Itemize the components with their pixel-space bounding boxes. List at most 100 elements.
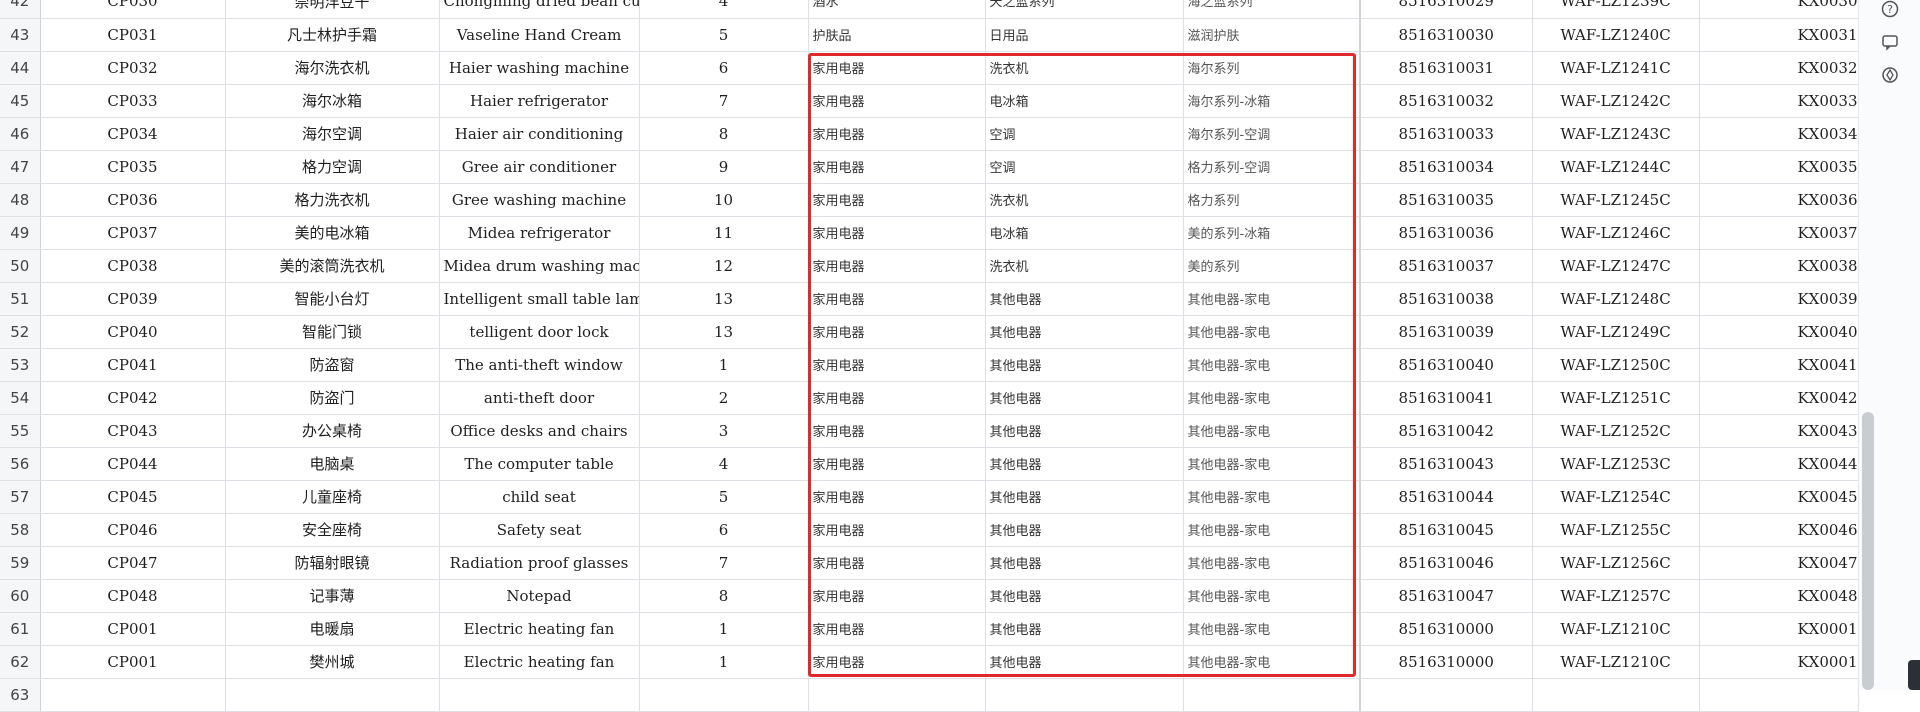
cell-cat1[interactable]: 家用电器 (808, 282, 986, 316)
cell-en[interactable]: child seat (439, 480, 640, 514)
cell-cat1[interactable]: 家用电器 (808, 513, 986, 547)
cell-cat2[interactable]: 电冰箱 (985, 216, 1184, 250)
cell-cat2[interactable]: 其他电器 (985, 315, 1184, 349)
cell-cat1[interactable]: 家用电器 (808, 381, 986, 415)
cell-waf[interactable]: WAF-LZ1240C (1532, 18, 1700, 52)
cell-kx[interactable]: KX0042 (1699, 381, 1859, 415)
cell-cat3[interactable]: 其他电器-家电 (1183, 282, 1361, 316)
cell-qty[interactable]: 1 (639, 645, 809, 679)
cell-cat1[interactable]: 家用电器 (808, 447, 986, 481)
cell-cat2[interactable]: 空调 (985, 150, 1184, 184)
cell-code[interactable]: CP038 (40, 249, 226, 283)
cell-cat3[interactable]: 其他电器-家电 (1183, 612, 1361, 646)
cell-barcode[interactable] (1359, 678, 1533, 712)
cell-code[interactable]: CP036 (40, 183, 226, 217)
cell-name[interactable]: 格力洗衣机 (225, 183, 440, 217)
row-header[interactable]: 55 (0, 414, 41, 448)
cell-cat1[interactable]: 护肤品 (808, 18, 986, 52)
cell-cat3[interactable]: 滋润护肤 (1183, 18, 1361, 52)
row-header[interactable]: 49 (0, 216, 41, 250)
cell-waf[interactable]: WAF-LZ1246C (1532, 216, 1700, 250)
cell-en[interactable]: Intelligent small table lamp (439, 282, 640, 316)
cell-en[interactable]: Haier refrigerator (439, 84, 640, 118)
cell-cat1[interactable]: 家用电器 (808, 249, 986, 283)
cell-barcode[interactable]: 8516310035 (1359, 183, 1533, 217)
cell-qty[interactable]: 1 (639, 348, 809, 382)
cell-name[interactable]: 崇明洋豆干 (225, 0, 440, 19)
cell-waf[interactable]: WAF-LZ1241C (1532, 51, 1700, 85)
chat-icon[interactable] (1881, 33, 1899, 51)
cell-qty[interactable]: 12 (639, 249, 809, 283)
cell-cat1[interactable]: 酒水 (808, 0, 986, 19)
cell-cat3[interactable]: 其他电器-家电 (1183, 546, 1361, 580)
cell-cat3[interactable]: 其他电器-家电 (1183, 315, 1361, 349)
cell-en[interactable]: Electric heating fan (439, 612, 640, 646)
cell-cat3[interactable]: 海之蓝系列 (1183, 0, 1361, 19)
cell-name[interactable]: 防盗门 (225, 381, 440, 415)
cell-cat2[interactable]: 其他电器 (985, 414, 1184, 448)
cell-waf[interactable]: WAF-LZ1253C (1532, 447, 1700, 481)
cell-qty[interactable]: 13 (639, 282, 809, 316)
cell-cat1[interactable]: 家用电器 (808, 612, 986, 646)
location-icon[interactable] (1881, 66, 1899, 84)
cell-barcode[interactable]: 8516310044 (1359, 480, 1533, 514)
cell-cat1[interactable]: 家用电器 (808, 348, 986, 382)
cell-code[interactable]: CP034 (40, 117, 226, 151)
cell-qty[interactable]: 7 (639, 546, 809, 580)
cell-waf[interactable] (1532, 678, 1700, 712)
cell-cat1[interactable]: 家用电器 (808, 117, 986, 151)
cell-qty[interactable]: 6 (639, 51, 809, 85)
cell-barcode[interactable]: 8516310039 (1359, 315, 1533, 349)
cell-name[interactable]: 格力空调 (225, 150, 440, 184)
cell-kx[interactable]: KX0034 (1699, 117, 1859, 151)
cell-code[interactable]: CP040 (40, 315, 226, 349)
cell-en[interactable]: Gree air conditioner (439, 150, 640, 184)
cell-code[interactable] (40, 678, 226, 712)
cell-cat3[interactable]: 其他电器-家电 (1183, 645, 1361, 679)
cell-cat3[interactable]: 其他电器-家电 (1183, 414, 1361, 448)
cell-cat3[interactable]: 美的系列 (1183, 249, 1361, 283)
cell-barcode[interactable]: 8516310037 (1359, 249, 1533, 283)
cell-waf[interactable]: WAF-LZ1248C (1532, 282, 1700, 316)
cell-barcode[interactable]: 8516310036 (1359, 216, 1533, 250)
cell-barcode[interactable]: 8516310041 (1359, 381, 1533, 415)
cell-en[interactable]: anti-theft door (439, 381, 640, 415)
cell-name[interactable]: 安全座椅 (225, 513, 440, 547)
cell-barcode[interactable]: 8516310000 (1359, 612, 1533, 646)
row-header[interactable]: 47 (0, 150, 41, 184)
cell-en[interactable]: Office desks and chairs (439, 414, 640, 448)
cell-en[interactable]: Chongming dried bean curd (439, 0, 640, 19)
row-header[interactable]: 48 (0, 183, 41, 217)
cell-cat1[interactable]: 家用电器 (808, 414, 986, 448)
cell-kx[interactable]: KX0047 (1699, 546, 1859, 580)
cell-cat3[interactable]: 美的系列-冰箱 (1183, 216, 1361, 250)
cell-barcode[interactable]: 8516310046 (1359, 546, 1533, 580)
cell-waf[interactable]: WAF-LZ1257C (1532, 579, 1700, 613)
row-header[interactable]: 58 (0, 513, 41, 547)
row-header[interactable]: 54 (0, 381, 41, 415)
cell-en[interactable] (439, 678, 640, 712)
cell-cat3[interactable]: 其他电器-家电 (1183, 381, 1361, 415)
cell-kx[interactable]: KX0045 (1699, 480, 1859, 514)
cell-name[interactable]: 智能门锁 (225, 315, 440, 349)
row-header[interactable]: 45 (0, 84, 41, 118)
cell-code[interactable]: CP045 (40, 480, 226, 514)
row-header[interactable]: 51 (0, 282, 41, 316)
cell-code[interactable]: CP037 (40, 216, 226, 250)
cell-barcode[interactable]: 8516310033 (1359, 117, 1533, 151)
cell-cat1[interactable]: 家用电器 (808, 480, 986, 514)
cell-cat3[interactable]: 其他电器-家电 (1183, 579, 1361, 613)
cell-cat3[interactable]: 其他电器-家电 (1183, 513, 1361, 547)
cell-qty[interactable]: 8 (639, 117, 809, 151)
cell-code[interactable]: CP043 (40, 414, 226, 448)
cell-code[interactable]: CP039 (40, 282, 226, 316)
cell-name[interactable]: 记事薄 (225, 579, 440, 613)
help-icon[interactable]: ? (1881, 0, 1899, 18)
cell-cat3[interactable]: 海尔系列-空调 (1183, 117, 1361, 151)
cell-en[interactable]: Radiation proof glasses (439, 546, 640, 580)
row-header[interactable]: 46 (0, 117, 41, 151)
cell-cat1[interactable]: 家用电器 (808, 51, 986, 85)
cell-cat1[interactable]: 家用电器 (808, 645, 986, 679)
cell-kx[interactable]: KX0001 (1699, 645, 1859, 679)
cell-qty[interactable]: 5 (639, 18, 809, 52)
